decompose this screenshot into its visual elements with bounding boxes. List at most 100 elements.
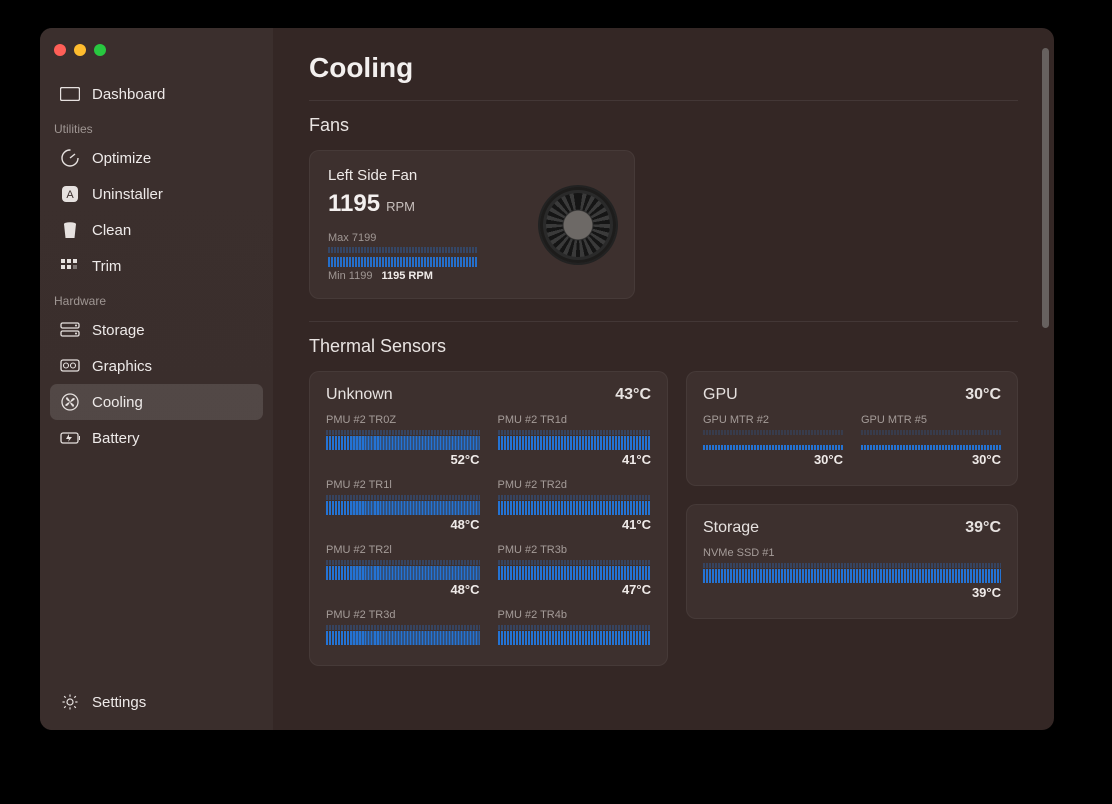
group-temp: 30°C (965, 386, 1001, 404)
sidebar-item-graphics[interactable]: Graphics (50, 348, 263, 384)
group-temp: 39°C (965, 519, 1001, 537)
sensor-item[interactable]: PMU #2 TR1l 48°C (326, 479, 480, 532)
app-icon: A (60, 184, 80, 204)
sensor-name: GPU MTR #2 (703, 414, 843, 426)
sensor-group-storage: Storage 39°C NVMe SSD #1 39°C (686, 504, 1018, 619)
sensor-name: PMU #2 TR3d (326, 609, 480, 621)
fan-min-row: Min 1199 1195 RPM (328, 270, 540, 282)
gauge-icon (60, 148, 80, 168)
scrollbar[interactable] (1042, 48, 1049, 328)
main-content: Cooling Fans Left Side Fan 1195 RPM Max … (273, 28, 1054, 730)
sensor-name: PMU #2 TR4b (498, 609, 652, 621)
sensor-temp: 47°C (498, 582, 652, 597)
thermal-row: Unknown 43°C PMU #2 TR0Z 52°C PMU #2 TR1d 4… (309, 371, 1018, 666)
battery-icon (60, 428, 80, 448)
sidebar-item-trim[interactable]: Trim (50, 248, 263, 284)
sensor-item[interactable]: NVMe SSD #1 39°C (703, 547, 1001, 600)
sensor-item[interactable]: PMU #2 TR3d (326, 609, 480, 647)
sensor-name: PMU #2 TR1l (326, 479, 480, 491)
sidebar-section-hardware: Hardware (50, 284, 263, 312)
fan-min-label: Min 1199 (328, 270, 372, 282)
gear-icon (60, 692, 80, 712)
sensor-temp: 41°C (498, 452, 652, 467)
sidebar-item-storage[interactable]: Storage (50, 312, 263, 348)
close-window-button[interactable] (54, 44, 66, 56)
trash-icon (60, 220, 80, 240)
sidebar-item-optimize[interactable]: Optimize (50, 140, 263, 176)
page-title: Cooling (309, 52, 1018, 84)
sensor-group-unknown: Unknown 43°C PMU #2 TR0Z 52°C PMU #2 TR1d 4… (309, 371, 668, 666)
sidebar-label: Trim (92, 258, 121, 275)
sensor-temp: 52°C (326, 452, 480, 467)
dashboard-icon (60, 84, 80, 104)
sensor-name: PMU #2 TR2d (498, 479, 652, 491)
sensor-spark (326, 430, 480, 450)
group-name: Unknown (326, 386, 393, 404)
window-controls (50, 40, 263, 76)
sidebar-label: Settings (92, 694, 146, 711)
grid-icon (60, 256, 80, 276)
sensor-spark (498, 430, 652, 450)
minimize-window-button[interactable] (74, 44, 86, 56)
sensor-temp: 41°C (498, 517, 652, 532)
sidebar-label: Dashboard (92, 86, 165, 103)
sensor-item[interactable]: PMU #2 TR2l48°C (326, 544, 480, 597)
fan-rpm: 1195 RPM (328, 190, 540, 218)
sensor-spark (703, 563, 1001, 583)
sidebar-label: Uninstaller (92, 186, 163, 203)
fan-name: Left Side Fan (328, 167, 540, 184)
fan-card-left[interactable]: Left Side Fan 1195 RPM Max 7199 Min 1199… (309, 150, 635, 299)
fan-illustration (540, 187, 616, 263)
divider (309, 321, 1018, 322)
fan-spark (328, 247, 478, 267)
group-name: Storage (703, 519, 759, 537)
sensor-item[interactable]: PMU #2 TR4b (498, 609, 652, 647)
sidebar-item-cooling[interactable]: Cooling (50, 384, 263, 420)
sidebar-item-uninstaller[interactable]: A Uninstaller (50, 176, 263, 212)
sidebar-item-clean[interactable]: Clean (50, 212, 263, 248)
sensor-temp: 39°C (703, 585, 1001, 600)
app-window: Dashboard Utilities Optimize A Uninstall… (40, 28, 1054, 730)
sidebar-section-utilities: Utilities (50, 112, 263, 140)
group-temp: 43°C (615, 386, 651, 404)
sidebar-item-settings[interactable]: Settings (50, 684, 263, 720)
zoom-window-button[interactable] (94, 44, 106, 56)
section-title-thermal: Thermal Sensors (309, 336, 1018, 357)
sensor-spark (498, 495, 652, 515)
sidebar-label: Clean (92, 222, 131, 239)
sidebar-label: Storage (92, 322, 145, 339)
sensor-item[interactable]: PMU #2 TR1d 41°C (498, 414, 652, 467)
sensor-spark (498, 560, 652, 580)
fan-info: Left Side Fan 1195 RPM Max 7199 Min 1199… (328, 167, 540, 282)
gpu-icon (60, 356, 80, 376)
group-name: GPU (703, 386, 738, 404)
sensor-item[interactable]: PMU #2 TR2d 41°C (498, 479, 652, 532)
sensor-item[interactable]: PMU #2 TR3b 47°C (498, 544, 652, 597)
sensor-item[interactable]: GPU MTR #2 30°C (703, 414, 843, 467)
sensor-spark (861, 430, 1001, 450)
sensor-spark (326, 625, 480, 645)
sensor-item[interactable]: PMU #2 TR0Z 52°C (326, 414, 480, 467)
sensor-name: PMU #2 TR0Z (326, 414, 480, 426)
sidebar-item-dashboard[interactable]: Dashboard (50, 76, 263, 112)
sensor-item[interactable]: GPU MTR #530°C (861, 414, 1001, 467)
sensor-temp: 48°C (326, 517, 480, 532)
sidebar-item-battery[interactable]: Battery (50, 420, 263, 456)
fan-max-label: Max 7199 (328, 232, 540, 244)
sidebar-label: Graphics (92, 358, 152, 375)
sensor-temp: 30°C (861, 452, 1001, 467)
sensor-name: NVMe SSD #1 (703, 547, 1001, 559)
sensor-name: PMU #2 TR3b (498, 544, 652, 556)
sensor-spark (703, 430, 843, 450)
sensor-spark (498, 625, 652, 645)
sidebar-label: Battery (92, 430, 140, 447)
svg-text:A: A (66, 189, 74, 201)
fan-rpm-unit: RPM (386, 199, 415, 214)
fan-current-label: 1195 RPM (382, 270, 433, 282)
divider (309, 100, 1018, 101)
sidebar-label: Cooling (92, 394, 143, 411)
sensor-temp: 30°C (703, 452, 843, 467)
sensor-temp: 48°C (326, 582, 480, 597)
sidebar-label: Optimize (92, 150, 151, 167)
sensor-name: PMU #2 TR1d (498, 414, 652, 426)
